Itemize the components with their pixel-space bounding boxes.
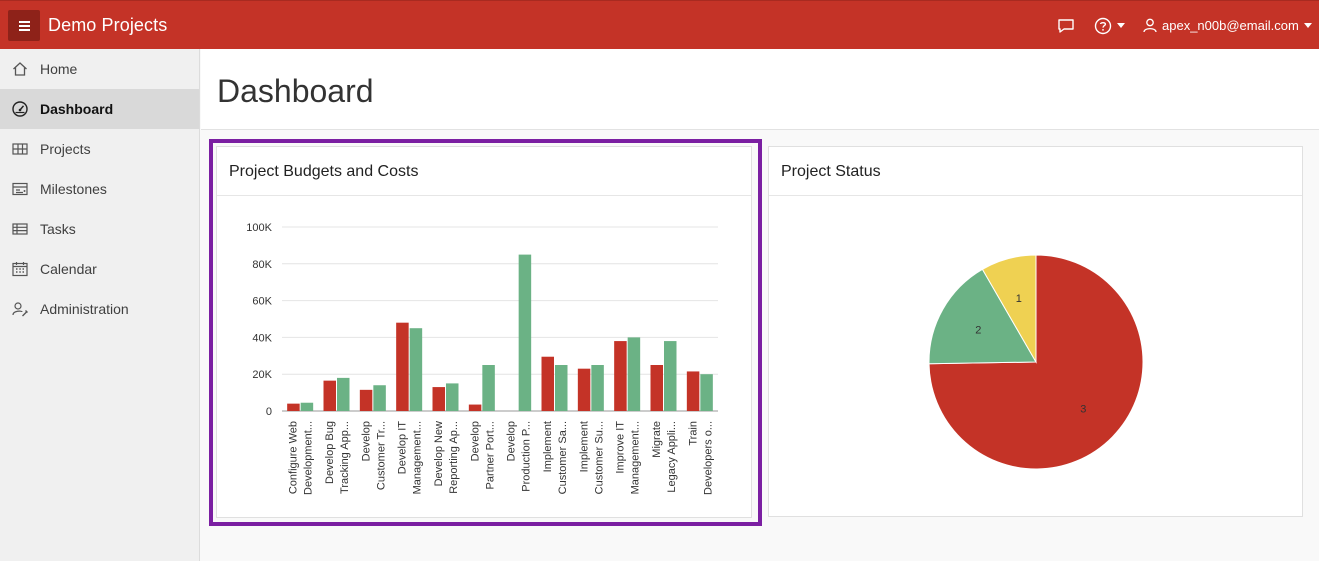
user-menu-button[interactable]: apex_n00b@email.com — [1143, 1, 1313, 50]
hamburger-icon-line — [19, 25, 30, 27]
hamburger-icon-line — [19, 29, 30, 31]
status-pie-chart[interactable]: 3 2 1 — [769, 197, 1302, 517]
help-question-icon — [1094, 17, 1112, 34]
top-navigation-bar: Demo Projects apex_n00b@email.com — [0, 0, 1319, 49]
tasks-table-icon — [10, 219, 30, 239]
feedback-button[interactable] — [1057, 1, 1079, 50]
region-header: Project Status — [769, 147, 1302, 196]
sidebar-item-projects[interactable]: Projects — [0, 129, 199, 169]
projects-grid-icon — [10, 139, 30, 159]
sidebar-item-label: Administration — [40, 301, 129, 317]
status-region: Project Status 3 2 1 — [768, 146, 1303, 517]
sidebar-item-label: Calendar — [40, 261, 97, 277]
pie-slice-label: 1 — [1016, 293, 1022, 305]
sidebar-item-label: Milestones — [40, 181, 107, 197]
help-menu-button[interactable] — [1094, 1, 1128, 50]
page-title: Dashboard — [217, 73, 374, 109]
milestones-icon — [10, 179, 30, 199]
user-wrench-icon — [10, 299, 30, 319]
sidebar-item-dashboard[interactable]: Dashboard — [0, 89, 199, 129]
user-name: apex_n00b@email.com — [1162, 18, 1299, 33]
sidebar-item-label: Dashboard — [40, 101, 114, 117]
dashboard-gauge-icon — [10, 99, 30, 119]
sidebar-item-label: Tasks — [40, 221, 76, 237]
chevron-down-icon — [1117, 23, 1125, 28]
region-title: Project Status — [781, 163, 881, 180]
app-title[interactable]: Demo Projects — [48, 15, 167, 36]
home-icon — [10, 59, 30, 79]
selection-highlight-outline — [209, 139, 762, 526]
sidebar-item-home[interactable]: Home — [0, 49, 199, 89]
page-header: Dashboard — [201, 49, 1319, 130]
calendar-icon — [10, 259, 30, 279]
hamburger-icon-line — [19, 21, 30, 23]
user-icon — [1143, 18, 1157, 33]
pie-slice-label: 3 — [1080, 404, 1086, 416]
sidebar-navigation: Home Dashboard Projects Milestones Tasks… — [0, 49, 200, 561]
sidebar-item-tasks[interactable]: Tasks — [0, 209, 199, 249]
pie-slice-label: 2 — [975, 324, 981, 336]
chat-bubble-icon — [1058, 18, 1074, 33]
sidebar-item-administration[interactable]: Administration — [0, 289, 199, 329]
sidebar-item-label: Home — [40, 61, 78, 77]
chevron-down-icon — [1303, 23, 1312, 28]
sidebar-item-label: Projects — [40, 141, 91, 157]
hamburger-menu-button[interactable] — [8, 10, 40, 41]
sidebar-item-calendar[interactable]: Calendar — [0, 249, 199, 289]
sidebar-item-milestones[interactable]: Milestones — [0, 169, 199, 209]
